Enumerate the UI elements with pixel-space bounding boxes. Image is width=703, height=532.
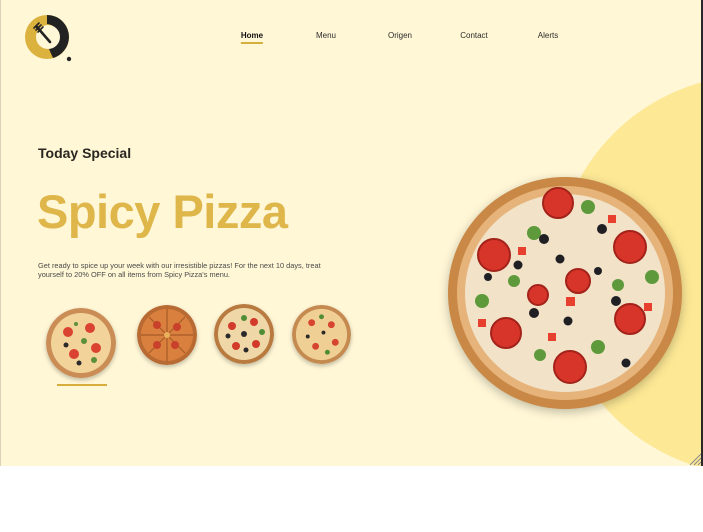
nav-menu[interactable]: Menu	[316, 31, 336, 40]
eyebrow-heading: Today Special	[38, 145, 132, 161]
pizza-thumbnail-3-icon[interactable]	[214, 304, 274, 364]
resize-grip-icon[interactable]	[688, 452, 702, 466]
pizza-thumbnail-1-icon[interactable]	[46, 308, 116, 378]
spicy-pizza-image	[448, 177, 682, 409]
nav-alerts[interactable]: Alerts	[538, 31, 558, 40]
main-nav: Home Menu Origen Contact Alerts	[0, 31, 703, 51]
window-edge-left	[0, 0, 1, 466]
pizza-thumbnail-4-icon[interactable]	[292, 305, 351, 364]
hero-title: Spicy Pizza	[37, 185, 288, 238]
nav-home[interactable]: Home	[240, 31, 264, 44]
nav-origen[interactable]: Origen	[388, 31, 412, 40]
nav-contact[interactable]: Contact	[460, 31, 488, 40]
pizza-thumbnail-2-icon[interactable]	[137, 305, 197, 365]
hero-description: Get ready to spice up your week with our…	[38, 261, 321, 279]
selected-thumbnail-indicator	[57, 384, 107, 386]
hero-section: Home Menu Origen Contact Alerts Today Sp…	[0, 0, 703, 466]
